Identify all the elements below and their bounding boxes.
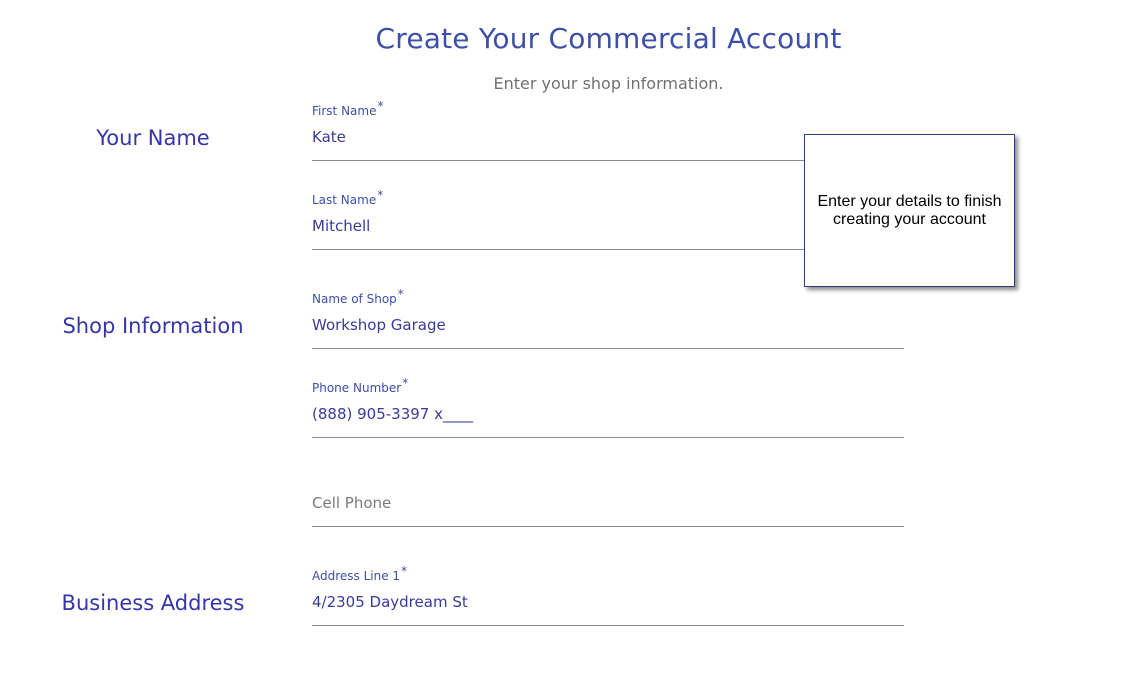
shop-name-label: Name of Shop* (312, 287, 404, 306)
phone-number-label: Phone Number* (312, 376, 409, 395)
phone-number-field[interactable]: Phone Number* (888) 905-3397 x____ (312, 376, 904, 438)
required-asterisk: * (377, 188, 384, 202)
address-line-1-field[interactable]: Address Line 1* 4/2305 Daydream St (312, 564, 904, 626)
help-tooltip: Enter your details to finish creating yo… (804, 134, 1015, 287)
phone-number-value[interactable]: (888) 905-3397 x____ (312, 405, 473, 423)
section-heading-your-name: Your Name (96, 126, 210, 150)
page-subtitle: Enter your shop information. (493, 74, 724, 93)
section-heading-business-address: Business Address (61, 591, 245, 615)
required-asterisk: * (377, 99, 384, 113)
shop-name-field[interactable]: Name of Shop* Workshop Garage (312, 287, 904, 349)
required-asterisk: * (401, 564, 408, 578)
cell-phone-placeholder[interactable]: Cell Phone (312, 494, 391, 512)
section-heading-shop-information: Shop Information (62, 314, 244, 338)
required-asterisk: * (397, 287, 404, 301)
last-name-label: Last Name* (312, 188, 384, 207)
first-name-value[interactable]: Kate (312, 128, 346, 146)
shop-name-value[interactable]: Workshop Garage (312, 316, 446, 334)
last-name-value[interactable]: Mitchell (312, 217, 370, 235)
address-line-1-label: Address Line 1* (312, 564, 408, 583)
page-title: Create Your Commercial Account (375, 22, 842, 55)
cell-phone-field[interactable]: Cell Phone (312, 470, 904, 527)
address-line-1-value[interactable]: 4/2305 Daydream St (312, 593, 468, 611)
first-name-label: First Name* (312, 99, 384, 118)
tooltip-text: Enter your details to finish creating yo… (817, 192, 1002, 228)
required-asterisk: * (402, 376, 409, 390)
